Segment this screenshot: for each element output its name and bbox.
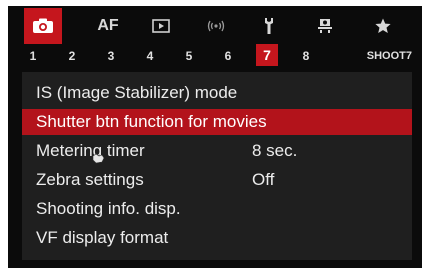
- page-1[interactable]: 1: [22, 46, 44, 66]
- page-7[interactable]: 7: [256, 44, 278, 66]
- menu-item-label: Zebra settings: [36, 170, 144, 189]
- menu-item-zebra-settings[interactable]: Zebra settings Off: [22, 167, 412, 193]
- camera-menu-screen: AF 1 2 3 4 5 6 7 8 SHOOT7 IS (Image Stab…: [8, 6, 422, 268]
- menu-item-value: 8 sec.: [252, 141, 298, 160]
- page-5[interactable]: 5: [178, 46, 200, 66]
- menu-page-bar: 1 2 3 4 5 6 7 8 SHOOT7: [8, 44, 422, 66]
- tab-playback[interactable]: [146, 9, 176, 43]
- tab-custom-functions[interactable]: [310, 9, 340, 43]
- menu-item-is-mode[interactable]: IS (Image Stabilizer) mode: [22, 80, 412, 106]
- menu-item-label: VF display format: [36, 228, 169, 247]
- tab-wireless[interactable]: [200, 9, 232, 43]
- tab-shooting[interactable]: [24, 8, 62, 44]
- menu-item-value: Off: [252, 170, 275, 189]
- page-name: SHOOT7: [366, 50, 412, 62]
- tab-my-menu[interactable]: [368, 9, 398, 43]
- tab-setup[interactable]: [254, 9, 284, 43]
- page-4[interactable]: 4: [139, 46, 161, 66]
- page-2[interactable]: 2: [61, 46, 83, 66]
- playback-icon: [152, 19, 170, 33]
- wrench-icon: [262, 17, 276, 35]
- star-icon: [375, 18, 391, 34]
- page-6[interactable]: 6: [217, 46, 239, 66]
- menu-item-label: IS (Image Stabilizer) mode: [36, 83, 238, 102]
- wireless-icon: [206, 18, 226, 34]
- menu-item-label: Shutter btn function for movies: [36, 112, 267, 131]
- tab-af-label: AF: [97, 17, 119, 34]
- menu-item-shutter-btn-function[interactable]: Shutter btn function for movies: [22, 109, 412, 135]
- custom-functions-icon: [316, 18, 334, 34]
- tab-af[interactable]: AF: [90, 9, 126, 43]
- menu-item-shooting-info-disp[interactable]: Shooting info. disp.: [22, 196, 412, 222]
- pointer-cursor-icon: [91, 149, 105, 169]
- menu-item-vf-display-format[interactable]: VF display format: [22, 225, 412, 251]
- menu-category-tabs: AF: [8, 6, 422, 44]
- menu-list: IS (Image Stabilizer) mode Shutter btn f…: [22, 72, 412, 260]
- menu-item-label: Shooting info. disp.: [36, 199, 181, 218]
- page-8[interactable]: 8: [295, 46, 317, 66]
- camera-icon: [32, 18, 54, 34]
- menu-item-metering-timer[interactable]: Metering timer 8 sec.: [22, 138, 412, 164]
- page-3[interactable]: 3: [100, 46, 122, 66]
